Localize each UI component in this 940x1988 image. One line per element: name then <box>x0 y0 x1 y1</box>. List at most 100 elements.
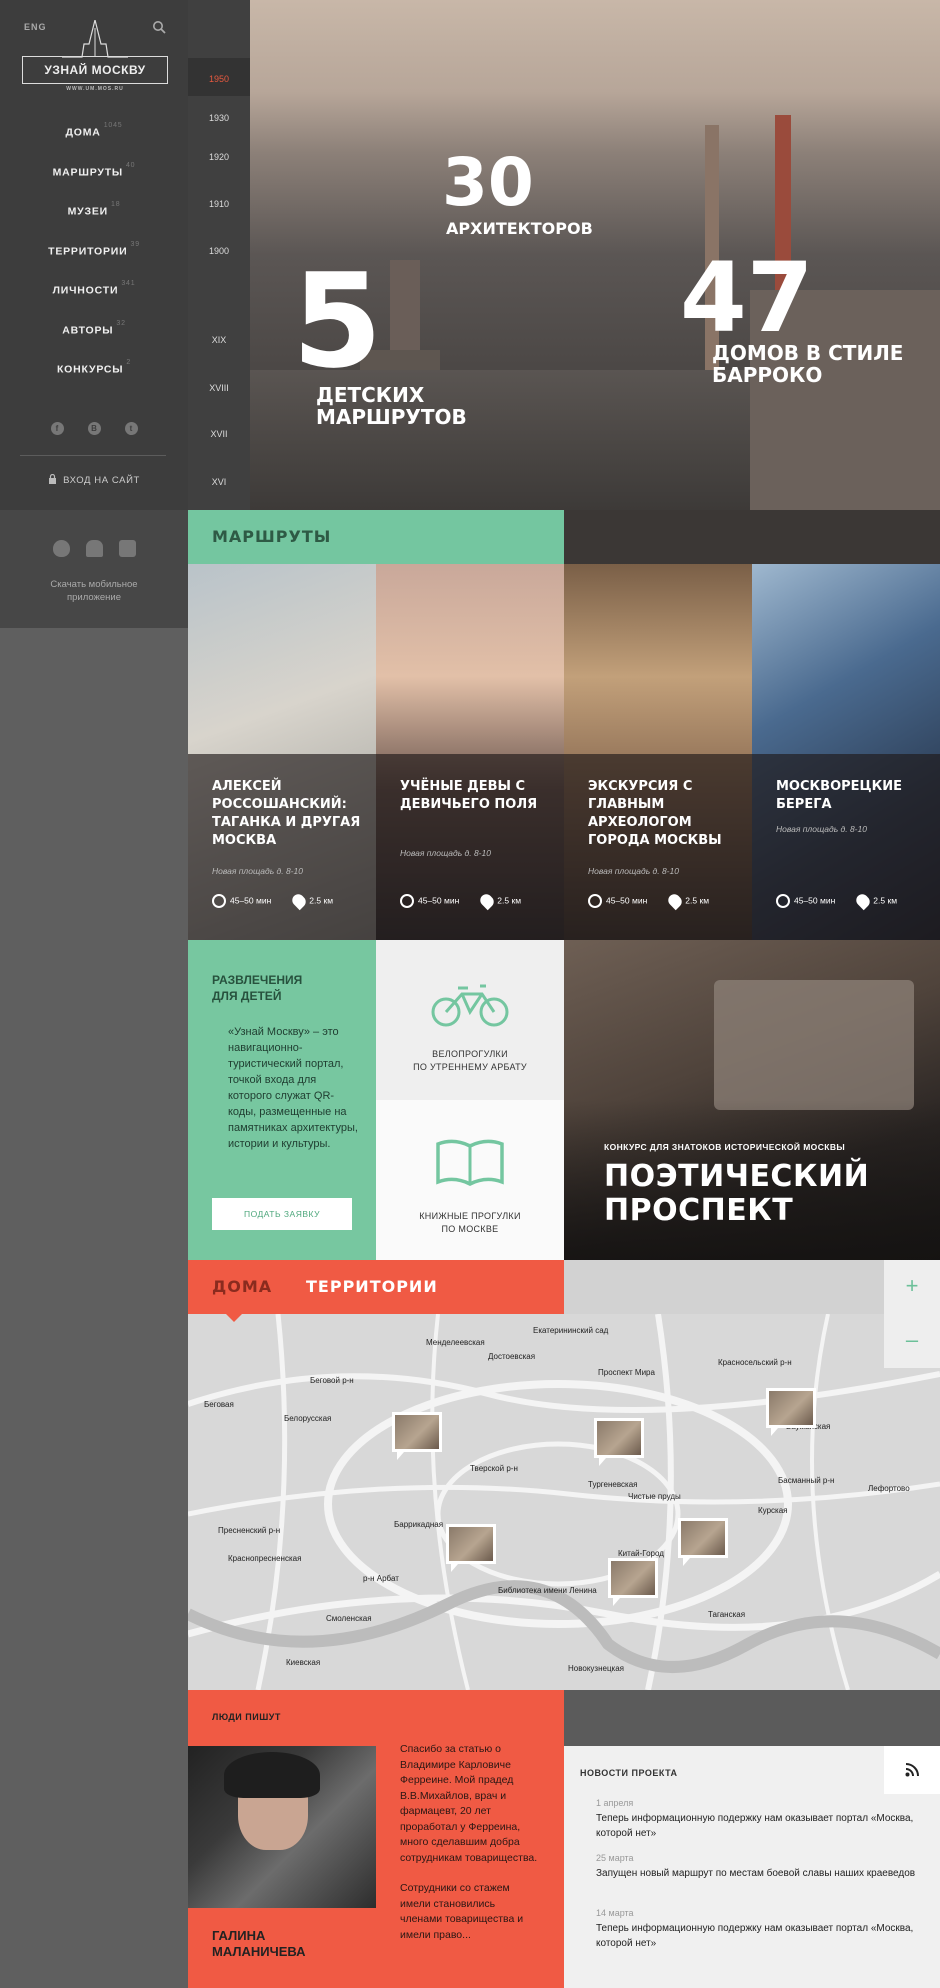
route-address: Новая площадь д. 8-10 <box>776 824 867 834</box>
person-name-line1: ГАЛИНА <box>212 1928 266 1943</box>
tab-territories[interactable]: ТЕРРИТОРИИ <box>306 1277 438 1296</box>
nav-item-authors[interactable]: АВТОРЫ32 <box>0 316 188 356</box>
zoom-in-button[interactable]: + <box>884 1260 940 1314</box>
app-store-links <box>0 540 188 562</box>
route-distance: 2.5 км <box>309 895 334 906</box>
news-item[interactable]: 25 марта Запущен новый маршрут по местам … <box>596 1853 916 1881</box>
route-card[interactable]: ЭКСКУРСИЯ С ГЛАВНЫМ АРХЕОЛОГОМ ГОРОДА МО… <box>564 564 752 940</box>
map-label: Беговая <box>204 1400 234 1409</box>
timeline: 1950 1930 1920 1910 1900 XIX XVIII XVII … <box>188 0 250 510</box>
news-item[interactable]: 1 апреля Теперь информационную подержку н… <box>596 1798 916 1841</box>
nav-item-territories[interactable]: ТЕРРИТОРИИ39 <box>0 237 188 277</box>
login-label: ВХОД НА САЙТ <box>63 475 140 486</box>
vkontakte-icon[interactable]: В <box>87 422 101 435</box>
site-logo[interactable]: УЗНАЙ МОСКВУ WWW.UM.MOS.RU <box>22 20 168 92</box>
stat-baroque-label-line1: ДОМОВ В СТИЛЕ <box>712 341 904 365</box>
apple-icon[interactable] <box>52 540 70 557</box>
routes-title[interactable]: МАРШРУТЫ <box>212 527 331 546</box>
sidebar: ENG УЗНАЙ МОСКВУ WWW.UM.MOS.RU ДОМА1045 … <box>0 0 188 510</box>
moscow-map[interactable]: Беговой р-н Пресненский р-н Тверской р-н… <box>188 1314 940 1690</box>
map-label: Проспект Мира <box>598 1368 655 1377</box>
news-date: 25 марта <box>596 1853 634 1863</box>
social-links: f Вt <box>0 418 188 436</box>
year-1930[interactable]: 1930 <box>188 113 250 123</box>
tab-houses[interactable]: ДОМА <box>212 1277 272 1296</box>
bike-walks-tile[interactable]: ВЕЛОПРОГУЛКИ ПО УТРЕННЕМУ АРБАТУ <box>376 940 564 1100</box>
kids-title-line2: ДЛЯ ДЕТЕЙ <box>212 989 282 1003</box>
people-title[interactable]: ЛЮДИ ПИШУТ <box>212 1712 281 1722</box>
map-label: Курская <box>758 1506 788 1515</box>
map-label: Смоленская <box>326 1614 372 1623</box>
nav-item-routes[interactable]: МАРШРУТЫ40 <box>0 158 188 198</box>
clock-icon <box>212 894 226 908</box>
year-1900[interactable]: 1900 <box>188 246 250 256</box>
book-walks-label: КНИЖНЫЕ ПРОГУЛКИ ПО МОСКВЕ <box>376 1210 564 1236</box>
news-title[interactable]: НОВОСТИ ПРОЕКТА <box>580 1768 678 1778</box>
stat-baroque-label: ДОМОВ В СТИЛЕ БАРРОКО <box>712 342 903 387</box>
zoom-out-button[interactable]: – <box>884 1314 940 1368</box>
stat-baroque-number: 47 <box>680 242 814 354</box>
person-name[interactable]: ГАЛИНА МАЛАНИЧЕВА <box>212 1928 306 1960</box>
route-card[interactable]: МОСКВОРЕЦКИЕ БЕРЕГА Новая площадь д. 8-1… <box>752 564 940 940</box>
logo-title: УЗНАЙ МОСКВУ <box>22 56 168 84</box>
login-link[interactable]: ВХОД НА САЙТ <box>0 473 188 486</box>
route-address: Новая площадь д. 8-10 <box>400 848 491 858</box>
kids-entertainment-block: РАЗВЛЕЧЕНИЯ ДЛЯ ДЕТЕЙ «Узнай Москву» – эт… <box>188 940 376 1260</box>
year-xvii[interactable]: XVII <box>188 429 250 439</box>
kids-description: «Узнай Москву» – это навигационно-турист… <box>228 1026 358 1150</box>
year-1950[interactable]: 1950 <box>188 74 250 84</box>
map-house-pin[interactable] <box>392 1412 442 1460</box>
route-card[interactable]: УЧЁНЫЕ ДЕВЫ С ДЕВИЧЬЕГО ПОЛЯ Новая площа… <box>376 564 564 940</box>
map-house-pin[interactable] <box>766 1388 816 1436</box>
map-house-pin[interactable] <box>446 1524 496 1572</box>
android-icon[interactable] <box>85 540 103 557</box>
windows-icon[interactable] <box>118 540 136 557</box>
facebook-icon[interactable]: f <box>50 422 64 435</box>
year-xviii[interactable]: XVIII <box>188 383 250 393</box>
nav-count: 32 <box>116 319 126 327</box>
rss-button[interactable] <box>884 1746 940 1794</box>
nav-item-contests[interactable]: КОНКУРСЫ2 <box>0 355 188 395</box>
map-label: Басманный р-н <box>778 1476 835 1485</box>
hero-city-panorama: 30 АРХИТЕКТОРОВ 5 ДЕТСКИХ МАРШРУТОВ 47 ДО… <box>250 0 940 510</box>
map-house-pin[interactable] <box>678 1518 728 1566</box>
nav-item-museums[interactable]: МУЗЕИ18 <box>0 197 188 237</box>
nav-item-houses[interactable]: ДОМА1045 <box>0 118 188 158</box>
sidebar-filler <box>0 628 188 1988</box>
page: ENG УЗНАЙ МОСКВУ WWW.UM.MOS.RU ДОМА1045 … <box>0 0 940 1988</box>
book-walks-tile[interactable]: КНИЖНЫЕ ПРОГУЛКИ ПО МОСКВЕ <box>376 1100 564 1260</box>
map-label: Китай-Город <box>618 1549 664 1558</box>
kids-title[interactable]: РАЗВЛЕЧЕНИЯ ДЛЯ ДЕТЕЙ <box>212 972 302 1004</box>
open-book-icon <box>436 1139 504 1186</box>
person-quote: Спасибо за статью о Владимире Карловиче … <box>400 1742 540 1943</box>
mobile-app-text[interactable]: Скачать мобильное приложение <box>0 578 188 604</box>
book-walks-label-line1: КНИЖНЫЕ ПРОГУЛКИ <box>419 1211 521 1221</box>
nav-label: ЛИЧНОСТИ <box>52 284 119 297</box>
map-label: Екатерининский сад <box>533 1326 609 1335</box>
map-house-pin[interactable] <box>594 1418 644 1466</box>
twitter-icon[interactable]: t <box>124 422 138 435</box>
contest-title-line2: ПРОСПЕКТ <box>604 1193 794 1228</box>
portrait-hair <box>224 1752 320 1798</box>
map-label: Краснопресненская <box>228 1554 302 1563</box>
typewriter-image <box>714 980 914 1110</box>
news-date: 1 апреля <box>596 1798 634 1808</box>
nav-item-persons[interactable]: ЛИЧНОСТИ341 <box>0 276 188 316</box>
person-portrait[interactable] <box>188 1746 376 1908</box>
nav-label: АВТОРЫ <box>62 324 114 336</box>
year-1920[interactable]: 1920 <box>188 152 250 162</box>
submit-application-button[interactable]: ПОДАТЬ ЗАЯВКУ <box>212 1198 352 1230</box>
news-item[interactable]: 14 марта Теперь информационную подержку н… <box>596 1908 916 1951</box>
year-xvi[interactable]: XVI <box>188 477 250 487</box>
map-house-pin[interactable] <box>608 1558 658 1606</box>
map-label: Тверской р-н <box>470 1464 518 1473</box>
poetry-contest-banner[interactable]: КОНКУРС ДЛЯ ЗНАТОКОВ ИСТОРИЧЕСКОЙ МОСКВЫ… <box>564 940 940 1260</box>
sidebar-divider <box>20 455 166 456</box>
route-title: УЧЁНЫЕ ДЕВЫ С ДЕВИЧЬЕГО ПОЛЯ <box>400 779 538 812</box>
news-text: Теперь информационную подержку нам оказы… <box>596 1813 914 1839</box>
year-xix[interactable]: XIX <box>188 335 250 345</box>
route-card[interactable]: АЛЕКСЕЙ РОССОШАНСКИЙ: ТАГАНКА И ДРУГАЯ М… <box>188 564 376 940</box>
year-1910[interactable]: 1910 <box>188 199 250 209</box>
nav-count: 1045 <box>103 122 123 129</box>
nav-count: 39 <box>130 240 140 248</box>
